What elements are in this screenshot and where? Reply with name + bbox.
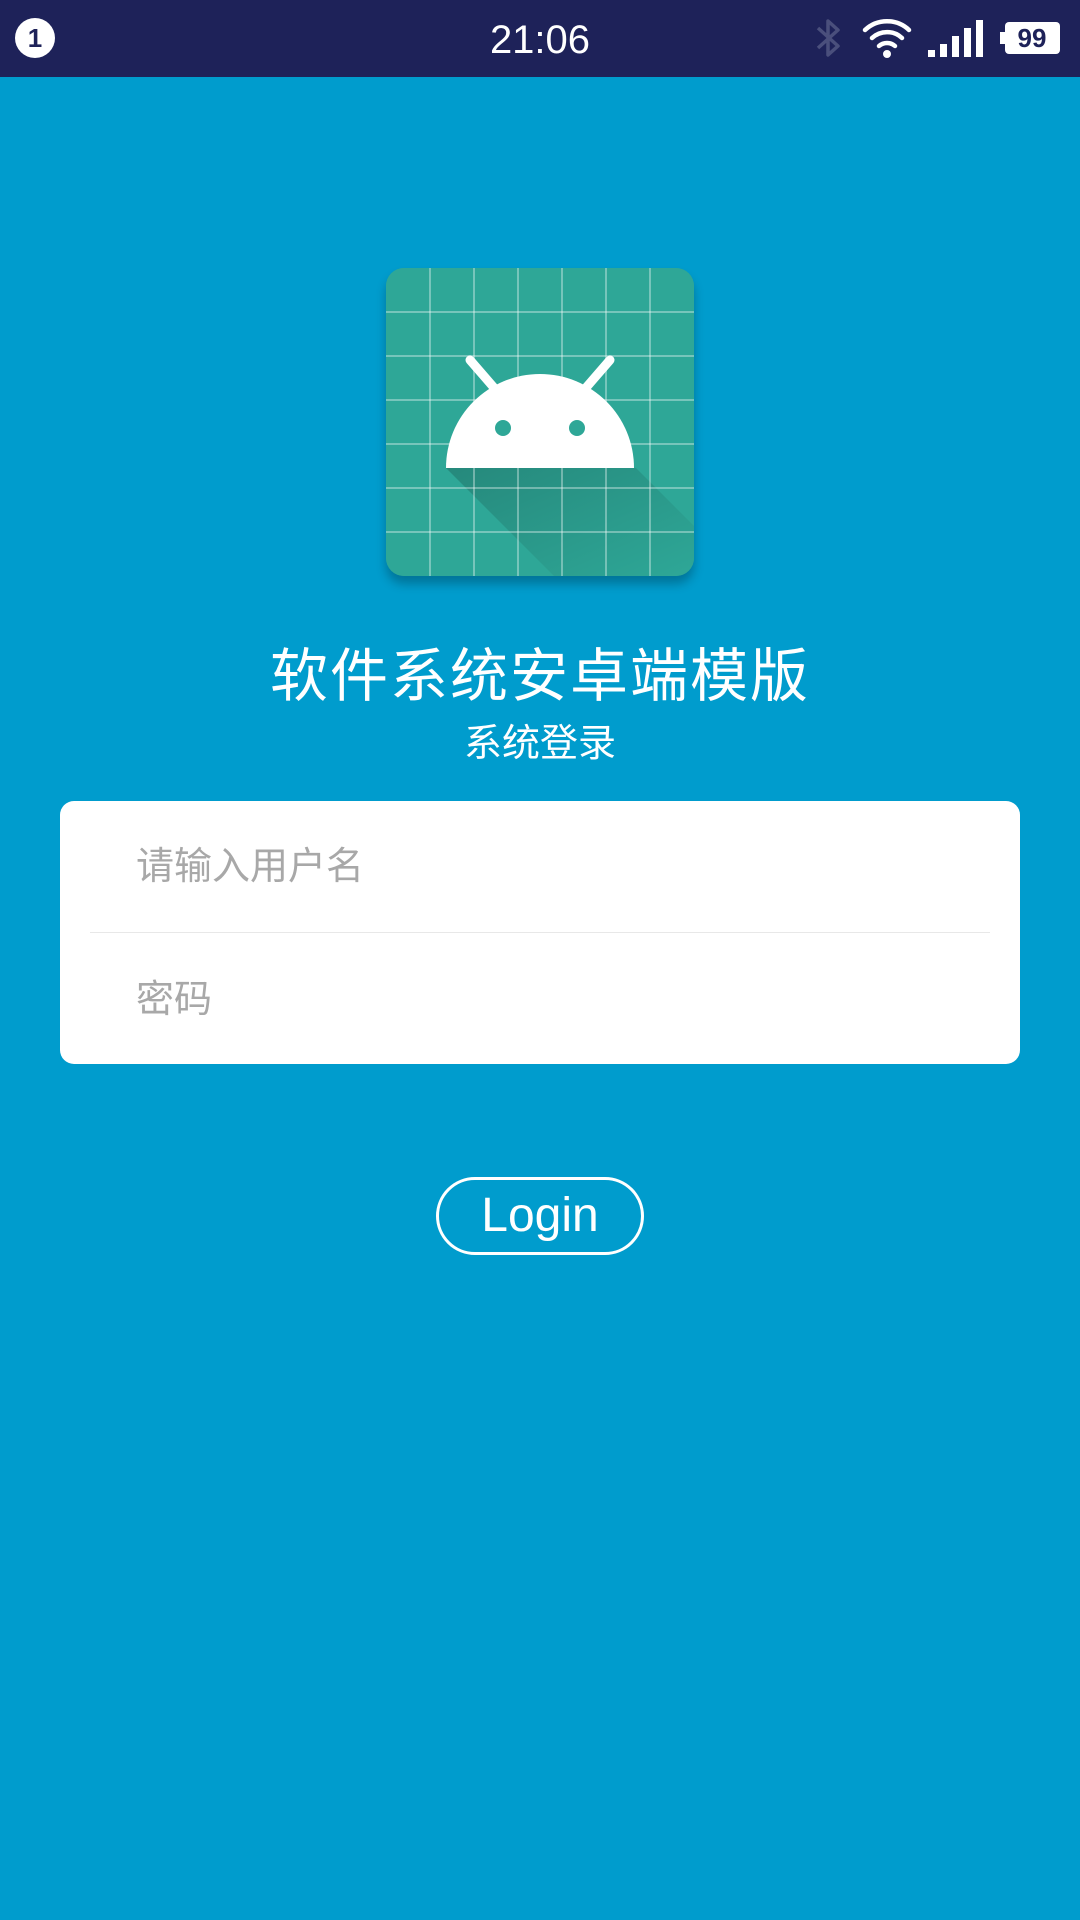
username-input[interactable] [60,801,1020,931]
bluetooth-icon [816,19,840,57]
password-input[interactable] [60,933,1020,1064]
login-screen: 1 21:06 99 软件系统安卓端模版 系统登录 请输入用户名 Login [0,0,1080,1920]
status-bar: 1 21:06 99 [0,0,1080,77]
signal-icon [928,20,983,57]
status-time: 21:06 [489,18,591,62]
login-button[interactable]: Login [436,1177,644,1255]
app-title: 软件系统安卓端模版 [269,642,810,710]
battery-level: 99 [1017,23,1047,53]
wifi-icon [862,19,912,58]
android-icon [386,268,694,576]
login-form-card [60,801,1020,1064]
login-subtitle: 系统登录 [463,721,616,765]
notification-count-badge: 1 [15,18,55,58]
